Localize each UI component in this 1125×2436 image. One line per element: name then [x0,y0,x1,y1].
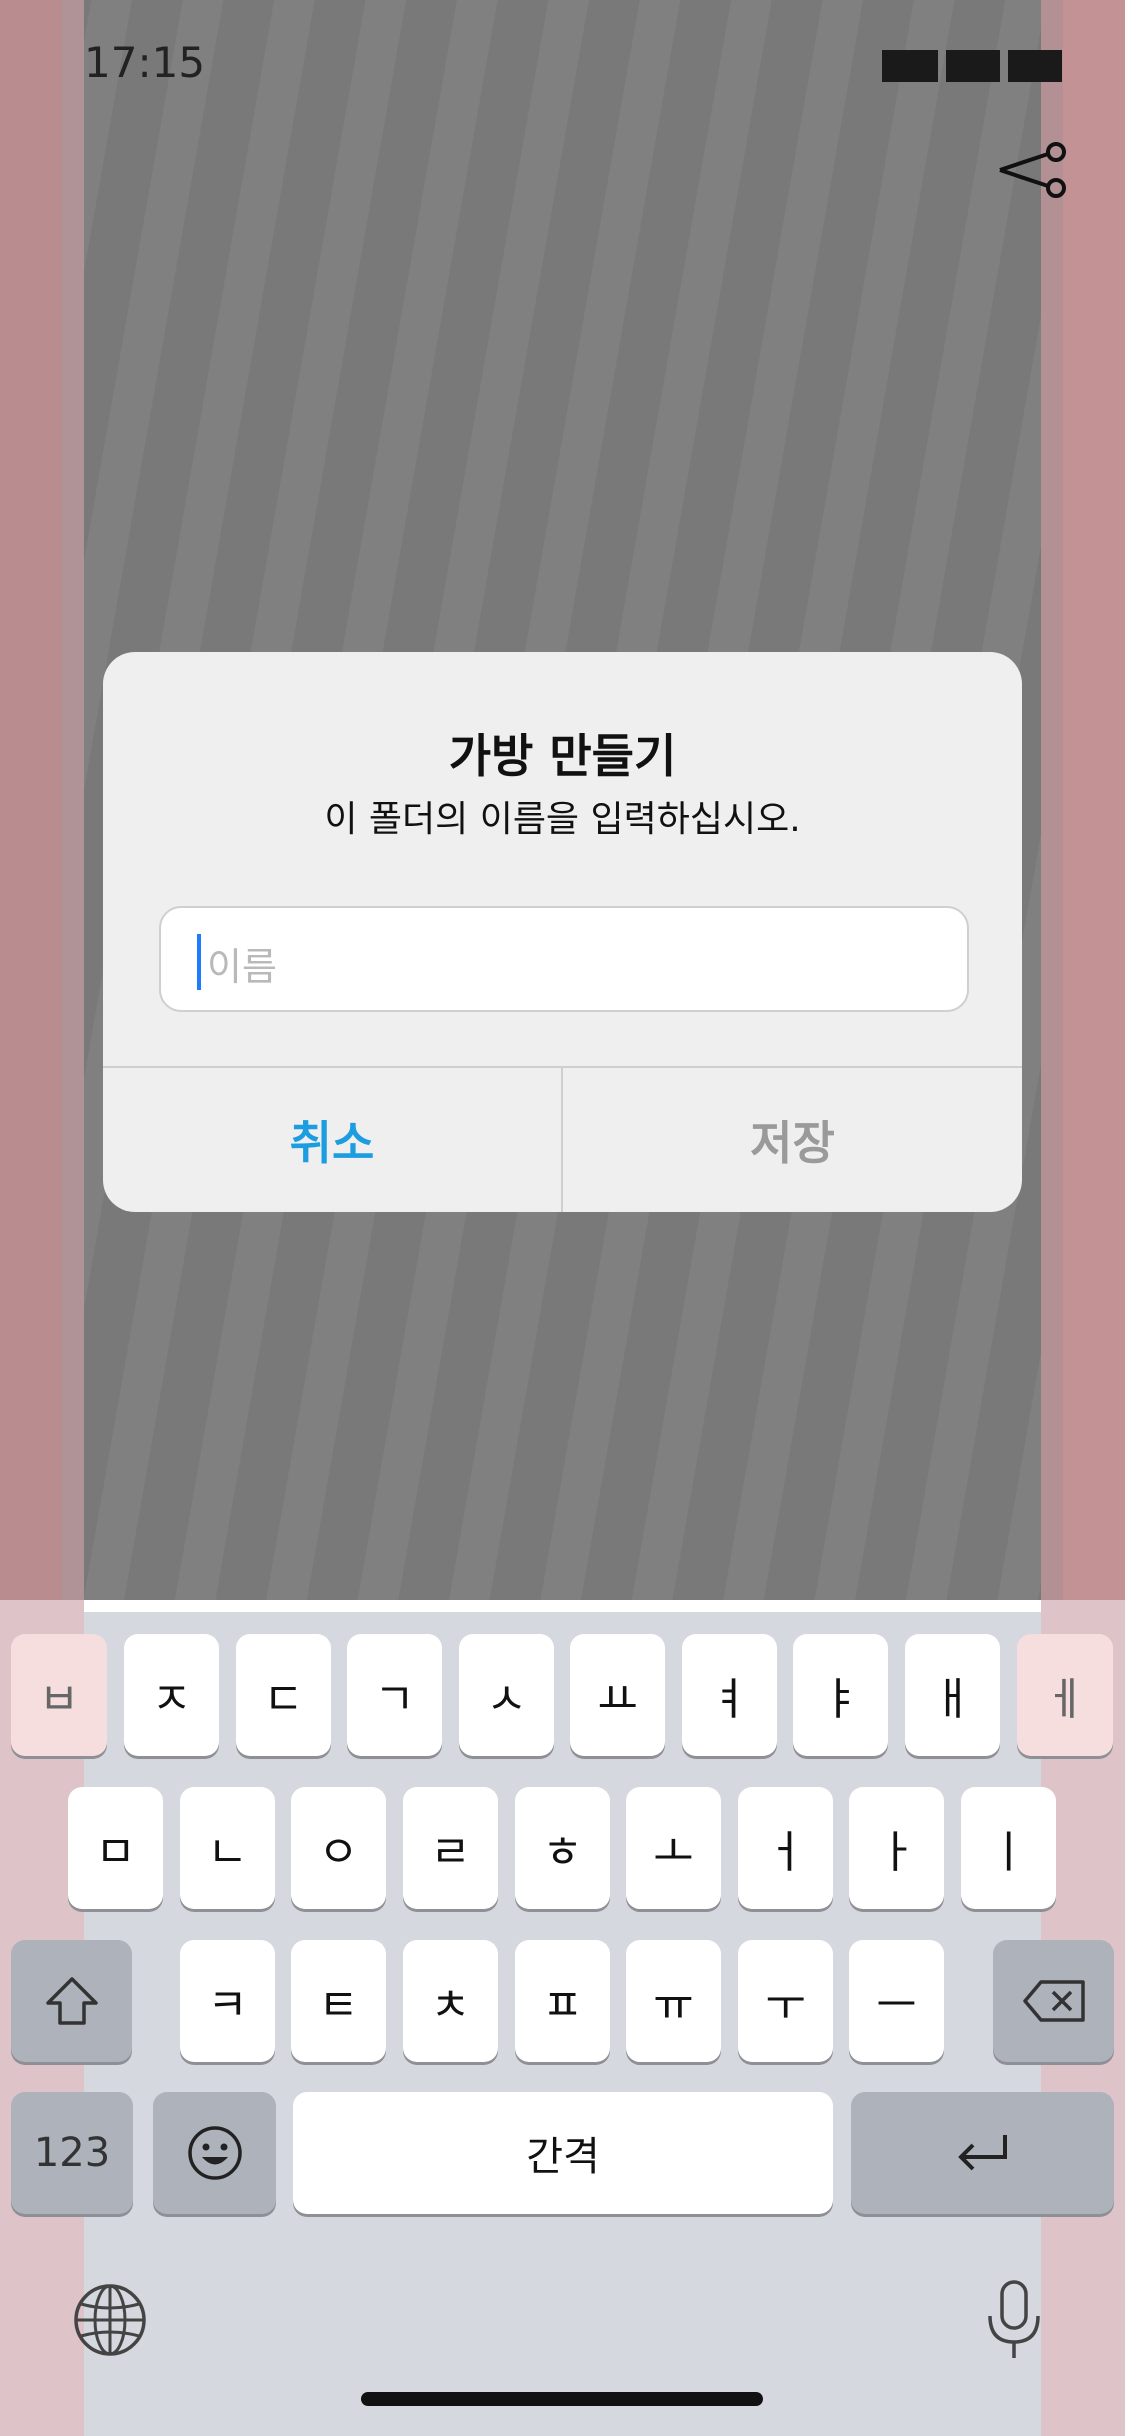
key-g[interactable]: ㄱ [347,1634,442,1756]
key-u[interactable]: ㅜ [738,1940,833,2062]
return-key[interactable] [851,2092,1114,2214]
key-ng[interactable]: ㅇ [291,1787,386,1909]
key-ae[interactable]: ㅐ [905,1634,1000,1756]
status-icons [882,50,1062,82]
key-d[interactable]: ㄷ [236,1634,331,1756]
key-yu[interactable]: ㅠ [626,1940,721,2062]
backspace-icon [1022,1980,1085,2022]
key-s[interactable]: ㅅ [459,1634,554,1756]
status-time: 17:15 [84,38,206,87]
key-eo[interactable]: ㅓ [738,1787,833,1909]
numbers-key[interactable]: 123 [11,2092,133,2214]
battery-icon [1008,50,1062,82]
globe-icon[interactable] [72,2282,148,2358]
key-k[interactable]: ㅋ [180,1940,275,2062]
key-a[interactable]: ㅏ [849,1787,944,1909]
key-yo[interactable]: ㅛ [570,1634,665,1756]
key-ya[interactable]: ㅑ [793,1634,888,1756]
space-key[interactable]: 간격 [293,2092,833,2214]
key-o[interactable]: ㅗ [626,1787,721,1909]
emoji-key[interactable] [153,2092,276,2214]
name-input[interactable]: 이름 [159,906,969,1012]
korean-keyboard: ㅂ ㅈ ㄷ ㄱ ㅅ ㅛ ㅕ ㅑ ㅐ ㅔ ㅁ ㄴ ㅇ ㄹ ㅎ ㅗ ㅓ ㅏ ㅣ ㅋ … [0,1600,1125,2436]
key-ch[interactable]: ㅊ [403,1940,498,2062]
key-h[interactable]: ㅎ [515,1787,610,1909]
key-m[interactable]: ㅁ [68,1787,163,1909]
key-t[interactable]: ㅌ [291,1940,386,2062]
cancel-button[interactable]: 취소 [103,1068,561,1212]
name-input-placeholder: 이름 [207,945,277,989]
return-icon [957,2135,1007,2171]
wifi-icon [946,50,1000,82]
shift-key[interactable] [11,1940,132,2062]
create-bag-dialog: 가방 만들기 이 폴더의 이름을 입력하십시오. 이름 취소 저장 [103,652,1022,1212]
key-eu[interactable]: ㅡ [849,1940,944,2062]
key-j[interactable]: ㅈ [124,1634,219,1756]
save-button[interactable]: 저장 [563,1068,1022,1212]
shift-icon [45,1977,98,2025]
scissors-icon[interactable] [998,140,1068,200]
key-b[interactable]: ㅂ [11,1634,107,1756]
key-i[interactable]: ㅣ [961,1787,1056,1909]
dialog-title: 가방 만들기 [448,729,677,783]
home-indicator[interactable] [361,2392,763,2406]
dialog-message: 이 폴더의 이름을 입력하십시오. [324,799,801,840]
text-cursor [197,934,201,990]
key-p[interactable]: ㅍ [515,1940,610,2062]
signal-icon [882,50,938,82]
microphone-icon[interactable] [982,2278,1046,2362]
key-e[interactable]: ㅔ [1017,1634,1113,1756]
status-bar: 17:15 [0,0,1125,130]
key-n[interactable]: ㄴ [180,1787,275,1909]
backspace-key[interactable] [993,1940,1114,2062]
key-r[interactable]: ㄹ [403,1787,498,1909]
emoji-icon [187,2126,242,2180]
key-yeo[interactable]: ㅕ [682,1634,777,1756]
